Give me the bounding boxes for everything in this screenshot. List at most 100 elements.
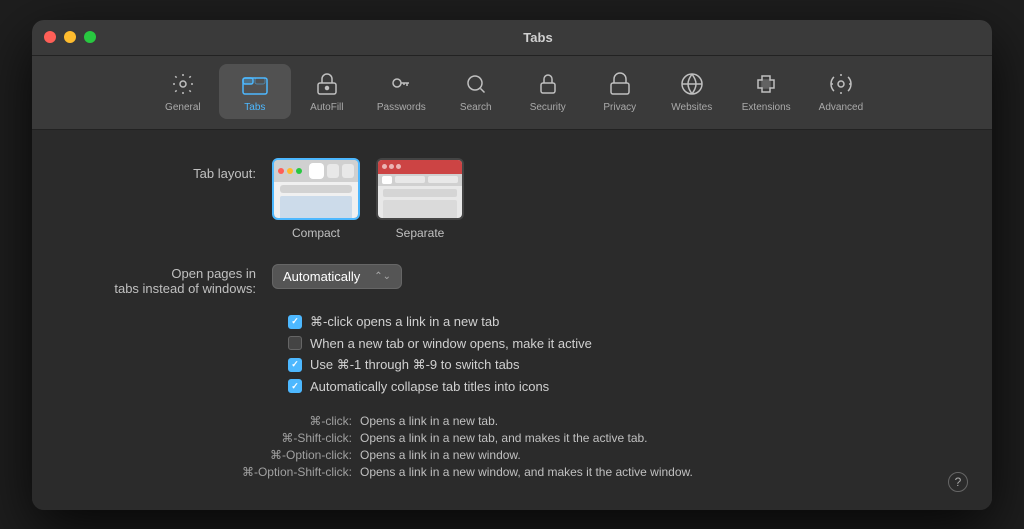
shortcut-key-1: ⌘-Shift-click: [132, 431, 352, 445]
compact-active-tab [309, 163, 324, 179]
compact-thumb [274, 160, 358, 218]
shortcut-desc-2: Opens a link in a new window. [360, 448, 521, 462]
websites-label: Websites [671, 102, 712, 113]
compact-tab-bar [274, 160, 358, 182]
tab-option-compact[interactable]: Compact [272, 158, 360, 240]
search-label: Search [460, 102, 492, 113]
tab-layout-options: Compact [272, 158, 464, 240]
separate-label: Separate [396, 226, 445, 240]
separate-dot-3 [396, 164, 401, 169]
shortcut-row-1: ⌘-Shift-click: Opens a link in a new tab… [132, 431, 952, 445]
collapse-titles-checkbox[interactable] [288, 379, 302, 393]
checkbox-row-2: Use ⌘-1 through ⌘-9 to switch tabs [288, 357, 952, 373]
separate-addr-bar [383, 189, 457, 197]
privacy-label: Privacy [603, 102, 636, 113]
shortcut-key-2: ⌘-Option-click: [132, 448, 352, 462]
toolbar-item-autofill[interactable]: AutoFill [291, 64, 363, 119]
passwords-icon [387, 70, 415, 98]
toolbar-item-advanced[interactable]: Advanced [805, 64, 877, 119]
shortcuts-section: ⌘-click: Opens a link in a new tab. ⌘-Sh… [72, 414, 952, 479]
extensions-label: Extensions [742, 102, 791, 113]
toolbar-item-passwords[interactable]: Passwords [363, 64, 440, 119]
shortcut-row-0: ⌘-click: Opens a link in a new tab. [132, 414, 952, 428]
window-body: Tab layout: [32, 130, 992, 510]
checkbox-row-1: When a new tab or window opens, make it … [288, 336, 952, 351]
compact-thumb-container [272, 158, 360, 220]
toolbar-item-privacy[interactable]: Privacy [584, 64, 656, 119]
minimize-button[interactable] [64, 31, 76, 43]
compact-content [280, 196, 352, 220]
shortcut-desc-1: Opens a link in a new tab, and makes it … [360, 431, 648, 445]
cmd-switch-tabs-checkbox[interactable] [288, 358, 302, 372]
separate-thumb-container [376, 158, 464, 220]
separate-tab-bar [378, 174, 462, 186]
toolbar-item-websites[interactable]: Websites [656, 64, 728, 119]
compact-dot-yellow [287, 168, 293, 174]
tabs-icon [241, 70, 269, 98]
separate-content [383, 200, 457, 220]
separate-inactive-tab-2 [428, 176, 458, 183]
separate-dot-2 [389, 164, 394, 169]
compact-inactive-tab-1 [327, 164, 339, 178]
compact-inactive-tab-2 [342, 164, 354, 178]
privacy-icon [606, 70, 634, 98]
toolbar: General Tabs Au [32, 56, 992, 130]
general-icon [169, 70, 197, 98]
advanced-icon [827, 70, 855, 98]
passwords-label: Passwords [377, 102, 426, 113]
checkboxes-section: ⌘-click opens a link in a new tab When a… [72, 314, 952, 394]
toolbar-item-search[interactable]: Search [440, 64, 512, 119]
new-tab-active-checkbox[interactable] [288, 336, 302, 350]
security-icon [534, 70, 562, 98]
window-title: Tabs [96, 30, 980, 45]
compact-addr-bar [280, 185, 352, 193]
automatically-dropdown[interactable]: Automatically ⌃⌄ [272, 264, 402, 289]
separate-inactive-tab-1 [395, 176, 425, 183]
toolbar-item-general[interactable]: General [147, 64, 219, 119]
cmd-click-checkbox[interactable] [288, 315, 302, 329]
checkbox-row-0: ⌘-click opens a link in a new tab [288, 314, 952, 330]
toolbar-item-security[interactable]: Security [512, 64, 584, 119]
autofill-label: AutoFill [310, 102, 343, 113]
shortcut-desc-0: Opens a link in a new tab. [360, 414, 498, 428]
traffic-lights [44, 31, 96, 43]
close-button[interactable] [44, 31, 56, 43]
tab-option-separate[interactable]: Separate [376, 158, 464, 240]
help-button[interactable]: ? [948, 472, 968, 492]
tab-layout-row: Tab layout: [72, 158, 952, 240]
general-label: General [165, 102, 201, 113]
open-pages-label: Open pages in tabs instead of windows: [72, 258, 272, 296]
collapse-titles-label: Automatically collapse tab titles into i… [310, 379, 549, 394]
shortcut-row-2: ⌘-Option-click: Opens a link in a new wi… [132, 448, 952, 462]
dropdown-arrow-icon: ⌃⌄ [374, 271, 391, 282]
open-pages-row: Open pages in tabs instead of windows: A… [72, 258, 952, 296]
tab-layout-label: Tab layout: [72, 158, 272, 181]
toolbar-item-extensions[interactable]: Extensions [728, 64, 805, 119]
toolbar-item-tabs[interactable]: Tabs [219, 64, 291, 119]
shortcut-row-3: ⌘-Option-Shift-click: Opens a link in a … [132, 465, 952, 479]
shortcut-desc-3: Opens a link in a new window, and makes … [360, 465, 693, 479]
extensions-icon [752, 70, 780, 98]
preferences-window: Tabs General Tabs [32, 20, 992, 510]
titlebar: Tabs [32, 20, 992, 56]
checkbox-row-3: Automatically collapse tab titles into i… [288, 379, 952, 394]
shortcut-key-3: ⌘-Option-Shift-click: [132, 465, 352, 479]
websites-icon [678, 70, 706, 98]
maximize-button[interactable] [84, 31, 96, 43]
new-tab-active-label: When a new tab or window opens, make it … [310, 336, 592, 351]
tabs-label: Tabs [244, 102, 265, 113]
advanced-label: Advanced [819, 102, 863, 113]
separate-thumb [378, 160, 462, 218]
security-label: Security [530, 102, 566, 113]
separate-top-bar [378, 160, 462, 174]
cmd-click-label: ⌘-click opens a link in a new tab [310, 314, 499, 330]
search-icon [462, 70, 490, 98]
content-area: Tab layout: [32, 130, 992, 510]
autofill-icon [313, 70, 341, 98]
separate-active-tab [382, 176, 392, 184]
shortcut-key-0: ⌘-click: [132, 414, 352, 428]
dropdown-value: Automatically [283, 269, 360, 284]
compact-label: Compact [292, 226, 340, 240]
separate-dot-1 [382, 164, 387, 169]
compact-dot-red [278, 168, 284, 174]
